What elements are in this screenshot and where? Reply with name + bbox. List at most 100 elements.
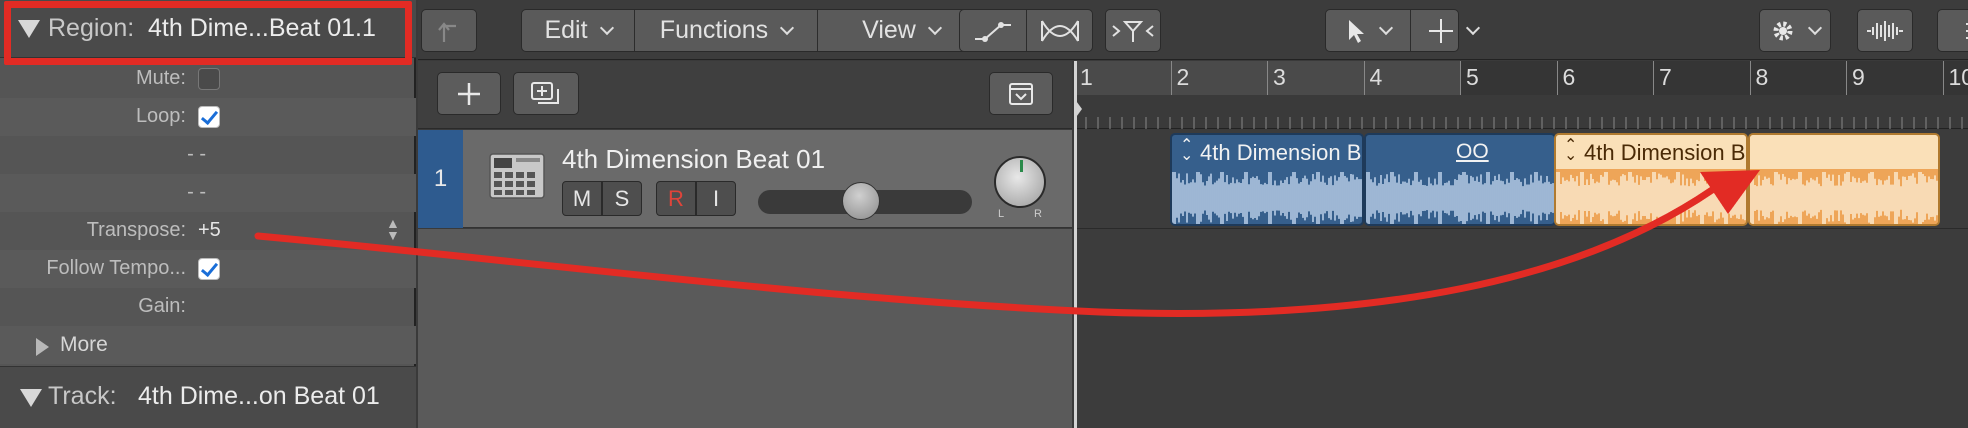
- snap-filter-icon: [1112, 20, 1154, 42]
- record-enable-button[interactable]: R: [656, 181, 696, 216]
- bar-number: 6: [1562, 64, 1576, 90]
- follow-tempo-row: Follow Tempo...: [0, 250, 416, 288]
- audio-region-orange[interactable]: ⌃⌄ 4th Dimension Beat 01.1 OO: [1554, 133, 1748, 226]
- mute-button[interactable]: M: [562, 181, 602, 216]
- track-header[interactable]: 1 4th Dimension Beat 01 M S R I L R: [418, 130, 1072, 228]
- highlight-box: [4, 1, 412, 65]
- bar-number: 7: [1659, 64, 1672, 90]
- region-header: OO: [1366, 135, 1554, 169]
- audio-region-orange-loop[interactable]: [1748, 133, 1940, 226]
- disclosure-triangle-icon[interactable]: [36, 338, 49, 356]
- region-title: 4th Dimension Beat 01.1: [1584, 140, 1746, 165]
- bar-number: 10: [1948, 64, 1968, 90]
- follow-tempo-checkbox[interactable]: [198, 258, 220, 280]
- dash-placeholder: - -: [187, 143, 206, 165]
- bar-line: [1556, 61, 1558, 95]
- bar-line: [1749, 61, 1751, 95]
- pointer-tool-menu[interactable]: [1326, 10, 1409, 51]
- edit-menu[interactable]: Edit: [522, 10, 634, 51]
- bar-line: [1170, 61, 1172, 95]
- bar-line: [1846, 61, 1847, 95]
- mute-checkbox[interactable]: [198, 68, 220, 90]
- empty-row-2: - -: [0, 174, 416, 212]
- more-row[interactable]: More: [0, 326, 416, 364]
- waveform-icon: [1867, 20, 1903, 41]
- functions-menu[interactable]: Functions: [635, 10, 817, 51]
- chevron-down-icon: [1378, 20, 1393, 35]
- audio-region-blue-loop[interactable]: OO: [1364, 133, 1556, 226]
- ruler-ticks: [1074, 101, 1963, 129]
- loop-checkbox[interactable]: [198, 106, 220, 128]
- crosshair-icon: [1428, 18, 1453, 43]
- disclosure-triangle-icon[interactable]: [20, 389, 42, 407]
- add-track-button[interactable]: [437, 72, 501, 115]
- more-label: More: [60, 333, 108, 356]
- global-tracks-icon: [1009, 82, 1033, 105]
- automation-curve-icon: [975, 21, 1011, 42]
- bar-line: [1653, 61, 1654, 95]
- duplicate-track-button[interactable]: [513, 72, 579, 115]
- waveform: [1750, 169, 1938, 224]
- catch-button[interactable]: [1105, 9, 1161, 52]
- track-inspector-header[interactable]: Track: 4th Dime...on Beat 01: [0, 366, 416, 428]
- up-down-chevron-icon: ⌃ ⌄: [1180, 137, 1194, 164]
- bar-number: 2: [1176, 64, 1190, 90]
- flex-button[interactable]: [1027, 10, 1093, 51]
- track-header-toolbar: [418, 61, 1072, 129]
- playhead-marker[interactable]: [1074, 98, 1082, 120]
- transpose-value[interactable]: +5: [198, 219, 221, 242]
- track-divider: [1077, 228, 1968, 229]
- region-header: ⌃⌄ 4th Dimension Beat 01 OO: [1172, 135, 1362, 169]
- marquee-tool-menu[interactable]: [1411, 10, 1494, 51]
- pointer-arrow-icon: [1348, 19, 1364, 43]
- pan-right-label: R: [1034, 208, 1042, 220]
- tool-segment: [1325, 9, 1480, 52]
- pan-left-label: L: [998, 208, 1005, 220]
- region-title: 4th Dimension Beat 01: [1200, 140, 1362, 165]
- waveform-zoom-button[interactable]: [1857, 9, 1913, 52]
- chevron-down-icon: [780, 20, 795, 35]
- bar-number: 8: [1755, 64, 1769, 90]
- mute-row: Mute:: [0, 60, 416, 98]
- region-header: [1750, 135, 1938, 169]
- bar-line: [1942, 61, 1944, 95]
- chevron-down-icon: [1807, 20, 1823, 35]
- pan-knob[interactable]: [994, 156, 1046, 208]
- toolbar: Edit Functions View: [418, 0, 1968, 60]
- bar-number: 4: [1369, 64, 1383, 90]
- global-tracks-button[interactable]: [989, 72, 1053, 115]
- dash-placeholder: - -: [187, 181, 206, 203]
- transpose-label: Transpose:: [86, 219, 186, 241]
- back-button[interactable]: [421, 9, 477, 52]
- audio-region-blue[interactable]: ⌃⌄ 4th Dimension Beat 01 OO: [1170, 133, 1364, 226]
- automation-button[interactable]: [960, 10, 1026, 51]
- gain-label: Gain:: [138, 295, 186, 317]
- bar-number: 9: [1852, 64, 1865, 90]
- empty-track-area[interactable]: [418, 229, 1072, 428]
- bar-ruler[interactable]: 1 2 3 4 5 6 7 8 9 10: [1074, 61, 1968, 129]
- empty-row-1: - -: [0, 136, 416, 174]
- list-editors-button[interactable]: [1937, 9, 1968, 52]
- solo-button[interactable]: S: [602, 181, 642, 216]
- track-number: 1: [418, 130, 463, 228]
- up-down-chevron-icon: ⌃ ⌄: [1564, 137, 1578, 164]
- waveform: [1366, 172, 1554, 224]
- back-arrow-icon: [438, 21, 456, 42]
- transpose-row: Transpose: +5 ▲ ▼: [0, 212, 416, 250]
- chevron-down-icon: [927, 20, 942, 35]
- settings-menu[interactable]: [1759, 9, 1831, 52]
- stepper-icon[interactable]: ▲ ▼: [386, 216, 400, 242]
- loop-label: Loop:: [135, 105, 186, 127]
- inspector-panel: Region: 4th Dime...Beat 01.1 Mute: Loop:…: [0, 0, 416, 428]
- region-header: ⌃⌄ 4th Dimension Beat 01.1 OO: [1556, 135, 1746, 169]
- mute-label: Mute:: [135, 67, 186, 89]
- volume-slider-handle[interactable]: [842, 182, 880, 220]
- automation-segment: [959, 9, 1093, 52]
- list-icon: [1966, 22, 1968, 39]
- menu-segment: Edit Functions View: [521, 9, 985, 52]
- input-monitor-button[interactable]: I: [696, 181, 736, 216]
- functions-menu-label: Functions: [659, 16, 769, 44]
- flex-time-icon: [1041, 19, 1079, 42]
- track-name[interactable]: 4th Dimension Beat 01: [562, 144, 825, 175]
- follow-tempo-label: Follow Tempo...: [46, 257, 186, 279]
